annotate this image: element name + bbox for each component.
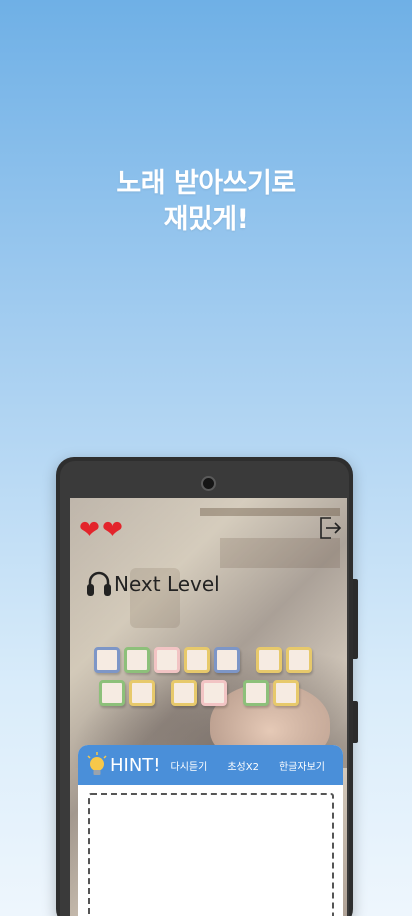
letter-tile[interactable] <box>214 647 240 673</box>
song-title-row: Next Level <box>86 569 220 599</box>
song-title: Next Level <box>114 572 220 596</box>
letter-tile[interactable] <box>201 680 227 706</box>
letter-tile[interactable] <box>286 647 312 673</box>
lives-indicator: ❤ ❤ <box>79 517 123 542</box>
headline-line-2: 재밌게! <box>163 204 249 235</box>
reveal-letter-button[interactable]: 한글자보기 <box>279 758 325 773</box>
answer-tiles-row-2 <box>99 680 303 706</box>
answer-tiles-row-1 <box>94 647 316 673</box>
exit-icon <box>320 517 342 539</box>
answer-input-area[interactable] <box>88 793 334 916</box>
letter-tile[interactable] <box>99 680 125 706</box>
replay-button[interactable]: 다시듣기 <box>171 758 208 773</box>
initial-consonant-button[interactable]: 초성X2 <box>227 758 259 773</box>
headline-line-1: 노래 받아쓰기로 <box>116 168 296 199</box>
letter-tile[interactable] <box>129 680 155 706</box>
headphones-icon <box>87 571 111 596</box>
phone-side-button <box>353 579 358 659</box>
letter-tile[interactable] <box>273 680 299 706</box>
heart-icon: ❤ <box>101 515 123 544</box>
exit-button[interactable] <box>317 515 343 541</box>
background-books <box>220 538 340 568</box>
letter-tile[interactable] <box>256 647 282 673</box>
letter-tile[interactable] <box>184 647 210 673</box>
camera-icon <box>201 476 216 491</box>
game-screen: ❤ ❤ Next Level HINT! 다시듣기 초성X2 한글자보기 <box>70 498 347 916</box>
hint-bar: HINT! 다시듣기 초성X2 한글자보기 <box>78 745 343 785</box>
hint-panel: HINT! 다시듣기 초성X2 한글자보기 <box>78 745 343 916</box>
hint-label: HINT! <box>110 754 161 776</box>
lightbulb-icon <box>87 752 107 775</box>
promo-headline: 노래 받아쓰기로 재밌게! <box>0 166 412 238</box>
letter-tile[interactable] <box>243 680 269 706</box>
letter-tile[interactable] <box>94 647 120 673</box>
letter-tile[interactable] <box>154 647 180 673</box>
phone-mockup: ❤ ❤ Next Level HINT! 다시듣기 초성X2 한글자보기 <box>56 457 358 916</box>
letter-tile[interactable] <box>124 647 150 673</box>
heart-icon: ❤ <box>79 515 100 544</box>
letter-tile[interactable] <box>171 680 197 706</box>
phone-side-button <box>353 701 358 743</box>
phone-bezel: ❤ ❤ Next Level HINT! 다시듣기 초성X2 한글자보기 <box>60 461 349 916</box>
